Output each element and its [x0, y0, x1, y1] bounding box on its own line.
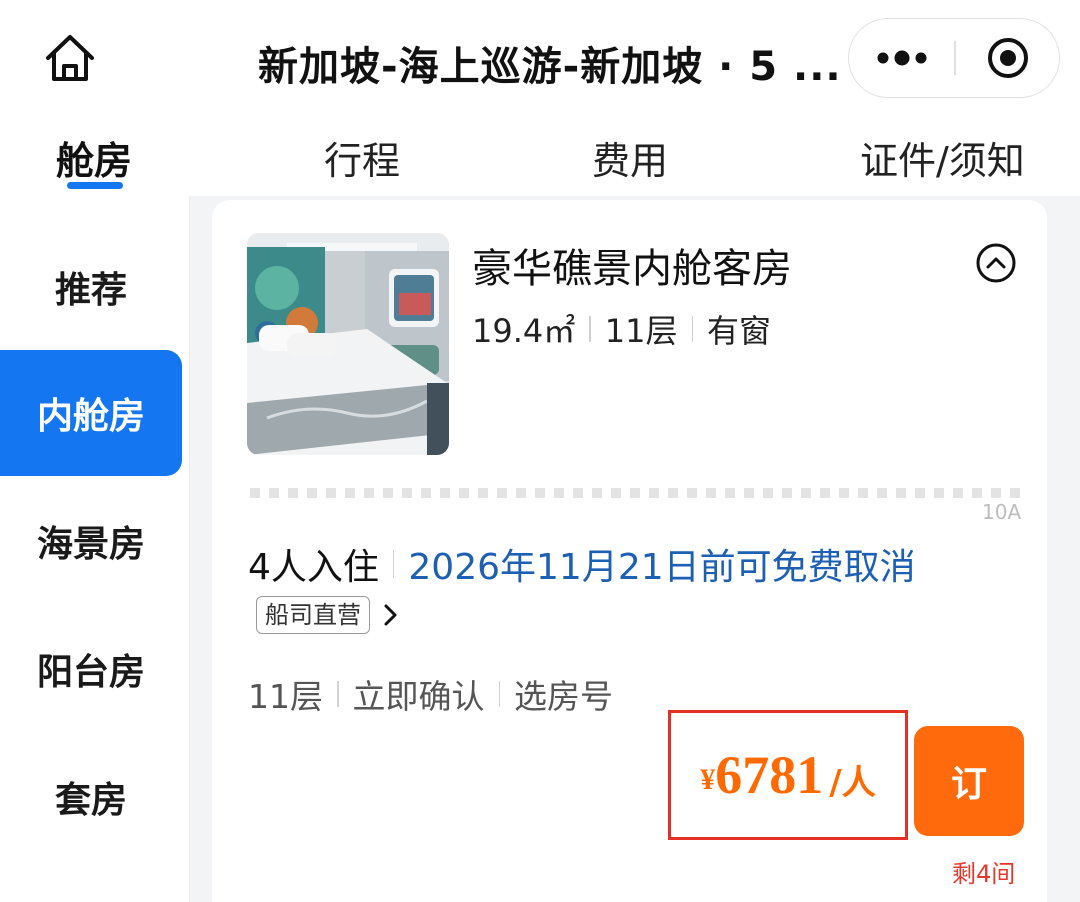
divider — [337, 681, 339, 707]
feature-instant-confirm: 立即确认 — [352, 677, 485, 716]
cabin-category-sidebar: 推荐 内舱房 海景房 阳台房 套房 — [0, 196, 190, 902]
sidebar-item-balcony[interactable]: 阳台房 — [0, 606, 182, 732]
more-dots-icon — [877, 50, 927, 66]
room-code: 10A — [982, 500, 1022, 524]
room-photo-image — [247, 233, 449, 455]
operator-row[interactable]: 船司直营 — [256, 596, 404, 634]
cancel-policy: 2026年11月21日前可免费取消 — [408, 547, 916, 588]
sidebar-item-interior[interactable]: 内舱房 — [0, 350, 182, 476]
home-button[interactable] — [38, 26, 102, 90]
tab-itinerary[interactable]: 行程 — [324, 130, 400, 183]
guest-count: 4人入住 — [248, 547, 379, 588]
tab-fees[interactable]: 费用 — [592, 130, 668, 183]
divider — [498, 681, 500, 707]
more-button[interactable] — [849, 19, 955, 97]
navigation-bar: 新加坡-海上巡游-新加坡 · 5 ... — [0, 0, 1080, 112]
tab-documents[interactable]: 证件/须知 — [860, 130, 1025, 183]
chevron-up-circle-icon — [976, 243, 1016, 283]
room-card: 豪华礁景内舱客房 19.4㎡ 11层 有窗 10A 4人入住 2026年11月2… — [212, 200, 1047, 902]
mini-program-capsule — [848, 18, 1060, 98]
room-meta: 19.4㎡ 11层 有窗 — [472, 306, 771, 352]
features-row: 11层 立即确认 选房号 — [248, 670, 613, 718]
room-floor: 11层 — [604, 312, 678, 350]
section-tabs: 舱房 行程 费用 证件/须知 — [0, 112, 1080, 196]
remaining-rooms: 剩4间 — [952, 860, 1016, 888]
tab-cabins[interactable]: 舱房 — [56, 130, 132, 183]
feature-floor: 11层 — [248, 677, 323, 716]
price-highlight: ¥ 6781 /人 — [668, 710, 908, 840]
price-currency: ¥ — [700, 763, 716, 796]
divider — [691, 316, 693, 342]
divider — [589, 316, 591, 342]
home-icon — [46, 35, 94, 81]
active-tab-indicator — [67, 182, 123, 189]
chevron-right-icon — [384, 604, 397, 626]
room-photo[interactable] — [247, 233, 449, 455]
room-name: 豪华礁景内舱客房 — [472, 246, 792, 292]
sidebar-item-suite[interactable]: 套房 — [0, 734, 182, 860]
room-area: 19.4㎡ — [472, 312, 576, 350]
cabin-list: 豪华礁景内舱客房 19.4㎡ 11层 有窗 10A 4人入住 2026年11月2… — [190, 196, 1080, 902]
feature-select-room: 选房号 — [514, 677, 613, 716]
dashed-divider — [250, 488, 1025, 498]
sidebar-item-oceanview[interactable]: 海景房 — [0, 478, 182, 604]
collapse-button[interactable] — [975, 242, 1017, 284]
operator-badge: 船司直营 — [256, 596, 370, 634]
close-button[interactable] — [956, 19, 1060, 97]
page-title: 新加坡-海上巡游-新加坡 · 5 ... — [258, 44, 838, 86]
sidebar-item-recommended[interactable]: 推荐 — [0, 224, 182, 350]
target-close-icon — [988, 38, 1028, 78]
occupancy-row: 4人入住 2026年11月21日前可免费取消 — [248, 538, 916, 590]
divider — [392, 550, 395, 578]
price-unit: /人 — [829, 762, 876, 803]
book-button[interactable]: 订 — [914, 726, 1024, 836]
room-window: 有窗 — [707, 312, 772, 350]
price-amount: 6781 — [715, 745, 824, 805]
